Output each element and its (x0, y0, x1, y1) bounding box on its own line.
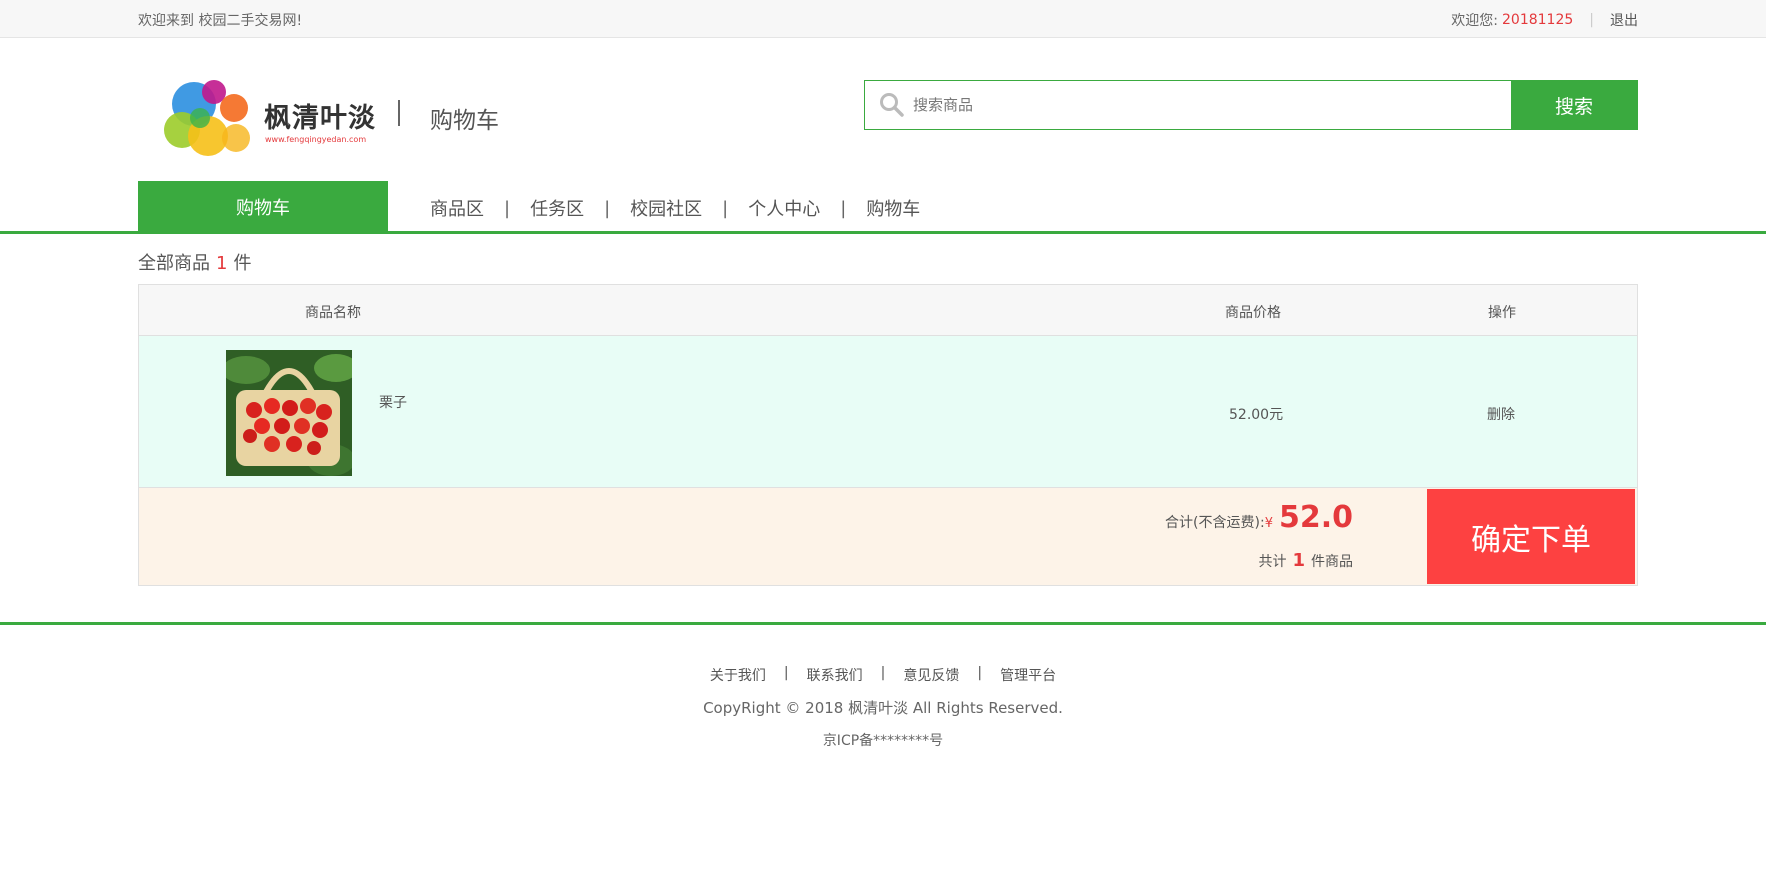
total-label: 合计(不含运费): (1165, 515, 1265, 531)
topbar-separator: | (1589, 12, 1594, 28)
product-image[interactable] (226, 350, 352, 476)
nav-item-community[interactable]: 校园社区 (630, 195, 702, 221)
column-header-price: 商品价格 (1225, 305, 1281, 321)
search-button[interactable]: 搜索 (1511, 80, 1637, 130)
nav-separator: | (604, 197, 611, 219)
greeting-label: 欢迎您: (1451, 13, 1499, 29)
count-prefix: 全部商品 (138, 253, 210, 274)
welcome-text: 欢迎来到 校园二手交易网! (138, 13, 303, 29)
qty-suffix: 件商品 (1311, 554, 1353, 570)
footer-link-feedback[interactable]: 意见反馈 (903, 665, 959, 685)
currency-symbol: ¥ (1264, 516, 1273, 531)
footer-link-contact[interactable]: 联系我们 (807, 665, 863, 685)
column-header-name: 商品名称 (305, 305, 361, 321)
cart-table-header: 商品名称 商品价格 操作 (139, 285, 1637, 336)
total-line: 合计(不含运费): ¥ 52.0 (1165, 500, 1353, 535)
footer-separator: | (880, 665, 886, 681)
count-suffix: 件 (233, 253, 252, 274)
footer-links: 关于我们 | 联系我们 | 意见反馈 | 管理平台 (0, 665, 1766, 685)
nav-separator: | (722, 197, 729, 219)
icp-text: 京ICP备********号 (822, 733, 944, 749)
search-input[interactable] (911, 81, 1511, 129)
count-number: 1 (216, 253, 228, 274)
search-bar: 搜索 (864, 80, 1638, 130)
qty-number: 1 (1292, 550, 1305, 571)
footer-link-admin[interactable]: 管理平台 (1000, 665, 1056, 685)
confirm-order-button[interactable]: 确定下单 (1427, 489, 1635, 584)
quantity-line: 共计 1 件商品 (1258, 550, 1353, 571)
table-row: 栗子 52.00元 删除 (139, 336, 1637, 488)
site-logo[interactable]: 枫清叶淡 www.fengqingyedan.com (164, 78, 384, 162)
product-name[interactable]: 栗子 (379, 392, 407, 412)
username-link[interactable]: 20181125 (1502, 12, 1573, 28)
logo-text: 枫清叶淡 (264, 103, 376, 134)
logout-link[interactable]: 退出 (1610, 10, 1638, 30)
footer-separator: | (977, 665, 983, 681)
column-header-action: 操作 (1488, 305, 1516, 321)
delete-link[interactable]: 删除 (1487, 404, 1515, 424)
main-nav: 商品区 | 任务区 | 校园社区 | 个人中心 | 购物车 (430, 195, 920, 221)
nav-item-profile[interactable]: 个人中心 (748, 195, 820, 221)
cart-table: 商品名称 商品价格 操作 栗子 52.00元 删除 合计(不含运费): ¥ 52… (138, 284, 1638, 586)
nav-separator: | (504, 197, 511, 219)
footer-divider (0, 622, 1766, 625)
copyright-text: CopyRight © 2018 枫清叶淡 All Rights Reserve… (703, 699, 1063, 717)
page-title: 购物车 (430, 108, 499, 134)
search-icon (879, 92, 905, 118)
qty-prefix: 共计 (1258, 554, 1287, 570)
product-price: 52.00元 (1229, 407, 1284, 423)
total-amount: 52.0 (1278, 500, 1353, 535)
nav-divider (0, 231, 1766, 234)
header-divider (398, 100, 400, 126)
user-area: 欢迎您: 20181125 | 退出 (1451, 10, 1638, 30)
footer-link-about[interactable]: 关于我们 (710, 665, 766, 685)
logo-icon (164, 80, 250, 156)
cart-count: 全部商品 1 件 (138, 249, 251, 275)
nav-item-products[interactable]: 商品区 (430, 195, 484, 221)
top-bar: 欢迎来到 校园二手交易网! 欢迎您: 20181125 | 退出 (0, 0, 1766, 38)
logo-url: www.fengqingyedan.com (265, 135, 367, 144)
cart-summary: 合计(不含运费): ¥ 52.0 共计 1 件商品 确定下单 (139, 488, 1637, 585)
nav-item-cart[interactable]: 购物车 (866, 195, 920, 221)
nav-separator: | (840, 197, 847, 219)
nav-item-tasks[interactable]: 任务区 (530, 195, 584, 221)
nav-tab-cart-active[interactable]: 购物车 (138, 181, 388, 233)
footer-separator: | (783, 665, 789, 681)
